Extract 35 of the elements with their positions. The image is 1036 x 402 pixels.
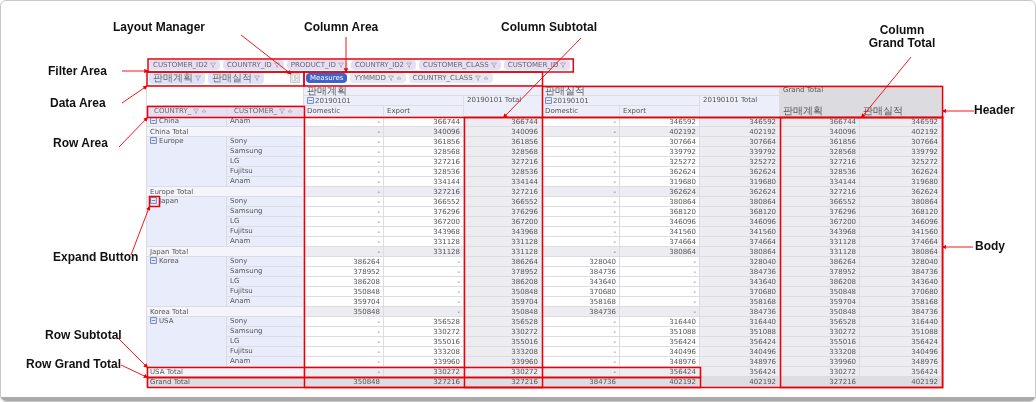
callout-label: Column Area xyxy=(304,21,379,34)
sort-icon[interactable] xyxy=(482,75,489,81)
column-header: 판매계획 xyxy=(779,105,860,117)
filter-icon[interactable] xyxy=(337,61,344,68)
collapse-icon[interactable] xyxy=(307,96,314,104)
filter-icon[interactable] xyxy=(406,61,413,68)
callout-label: Column Grand Total xyxy=(867,24,937,50)
column-header: 판매실적 xyxy=(541,85,780,96)
callout-label: Body xyxy=(975,240,1005,253)
callout-label: Row Subtotal xyxy=(45,329,122,342)
callout-label: Row Grand Total xyxy=(26,358,122,371)
column-header: 판매계획 xyxy=(303,85,542,96)
callout-label: Layout Manager xyxy=(113,21,205,34)
filter-icon[interactable] xyxy=(560,61,567,68)
callout-label: Filter Area xyxy=(48,65,107,78)
collapse-icon[interactable] xyxy=(150,197,157,204)
callout-label: Header xyxy=(974,104,1015,117)
collapse-icon[interactable] xyxy=(150,117,157,124)
callout-label: Column Subtotal xyxy=(501,21,597,34)
collapse-icon[interactable] xyxy=(150,137,157,144)
callout-label: Expand Button xyxy=(53,251,139,264)
collapse-icon[interactable] xyxy=(150,257,157,264)
filter-icon[interactable] xyxy=(474,75,481,81)
filter-icon[interactable] xyxy=(490,61,497,68)
callout-label: Row Area xyxy=(53,137,108,150)
callout-label: Data Area xyxy=(50,97,106,110)
layout-icon[interactable] xyxy=(290,73,300,83)
collapse-icon[interactable] xyxy=(545,96,553,104)
filter-icon[interactable] xyxy=(254,75,260,81)
filter-icon[interactable] xyxy=(273,61,280,68)
filter-icon[interactable] xyxy=(387,75,394,81)
filter-icon[interactable] xyxy=(210,61,216,68)
filter-icon[interactable] xyxy=(195,75,201,81)
collapse-icon[interactable] xyxy=(150,317,157,324)
sort-icon[interactable] xyxy=(395,75,402,81)
